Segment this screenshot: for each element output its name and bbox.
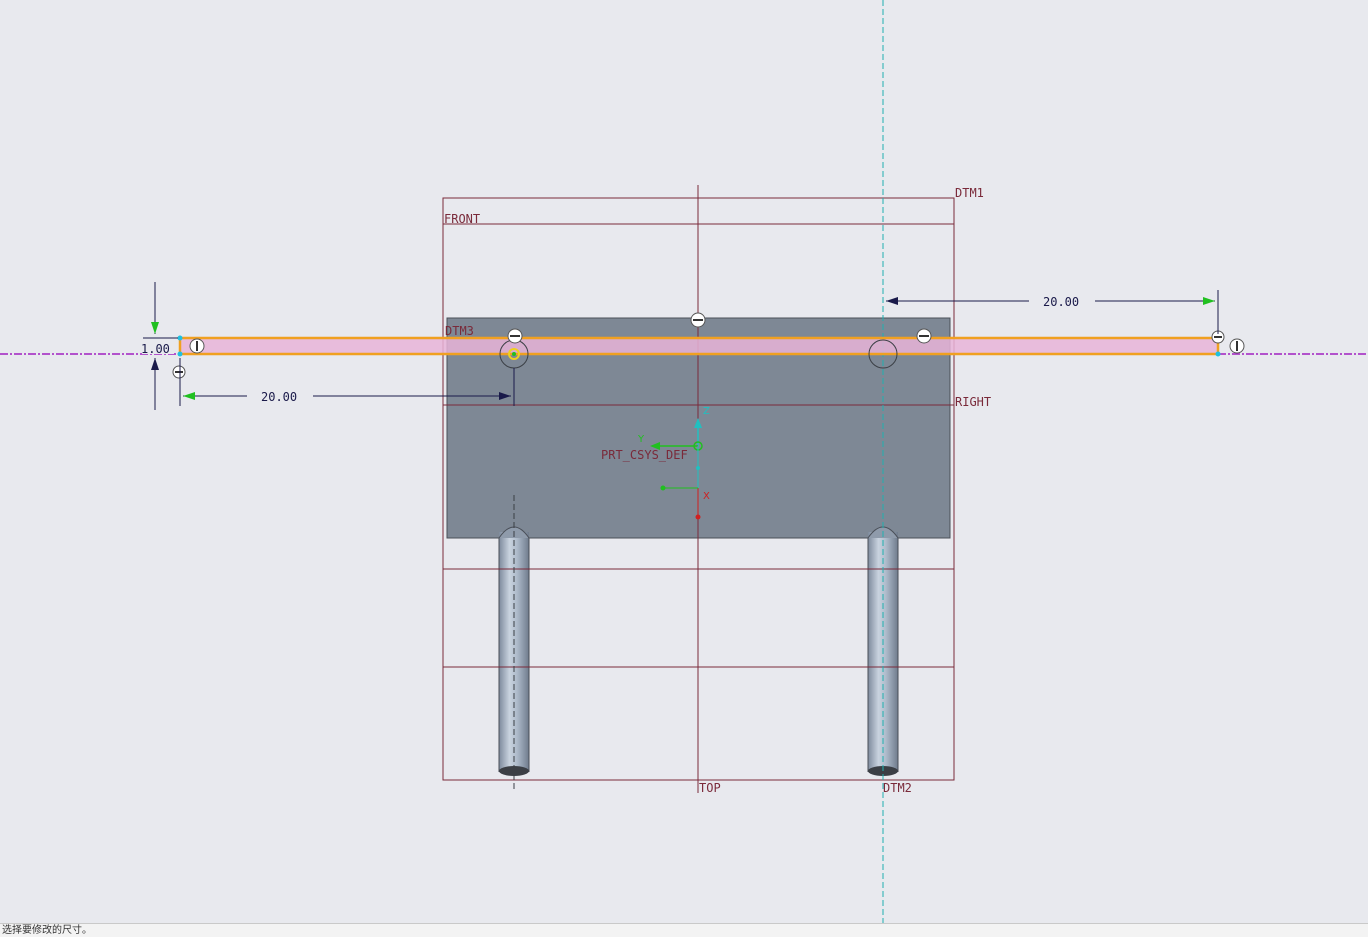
graphics-window[interactable]: 1.00 20.00 20.00 FRONT DTM1 DTM3 RIGHT T…	[0, 0, 1368, 923]
datum-label-dtm1[interactable]: DTM1	[955, 186, 984, 200]
datum-label-right[interactable]: RIGHT	[955, 395, 991, 409]
csys-axis-x-label: X	[703, 491, 710, 502]
csys-axis-y-label: Y	[637, 434, 645, 445]
dimension-right-distance-value[interactable]: 20.00	[1043, 295, 1079, 309]
constraint-vertical-icon[interactable]	[1229, 338, 1245, 354]
constraint-horizontal-icon[interactable]	[916, 328, 932, 344]
constraint-horizontal-icon[interactable]	[172, 365, 186, 379]
datum-label-front[interactable]: FRONT	[444, 212, 480, 226]
datum-label-top[interactable]: TOP	[699, 781, 721, 795]
dimension-left-distance-value[interactable]: 20.00	[261, 390, 297, 404]
dimension-height-value[interactable]: 1.00	[141, 342, 170, 356]
constraint-horizontal-icon[interactable]	[507, 328, 523, 344]
csys-axis-z-label: Z	[703, 406, 710, 417]
datum-label-dtm3[interactable]: DTM3	[445, 324, 474, 338]
status-message: 选择要修改的尺寸。	[2, 925, 92, 936]
constraint-vertical-icon[interactable]	[189, 338, 205, 354]
constraint-horizontal-icon[interactable]	[690, 312, 706, 328]
csys-name-label[interactable]: PRT_CSYS_DEF	[601, 448, 688, 462]
sketch-rectangle[interactable]	[178, 336, 1220, 356]
datum-label-dtm2[interactable]: DTM2	[883, 781, 912, 795]
status-bar: 选择要修改的尺寸。	[0, 923, 1368, 937]
